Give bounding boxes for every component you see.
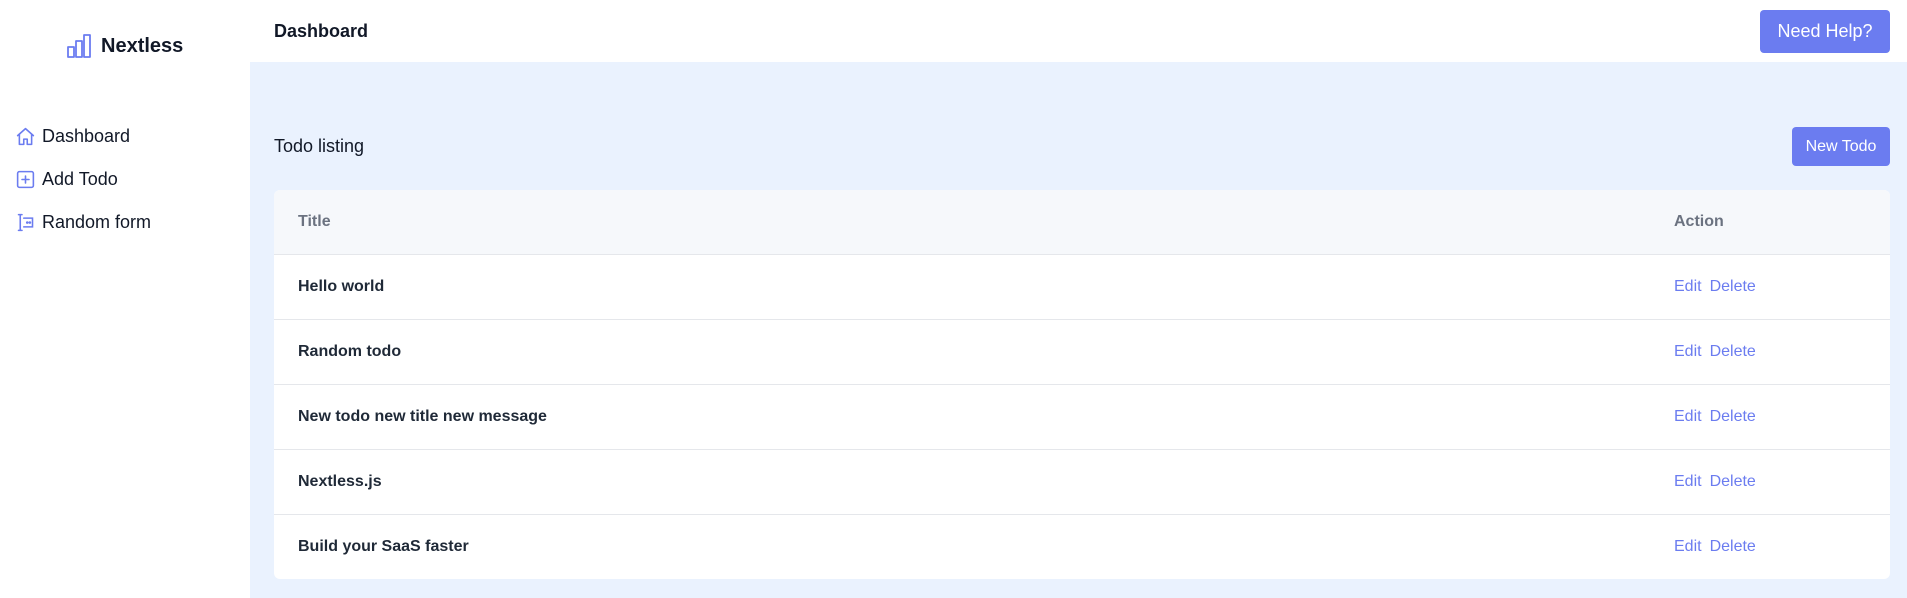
home-icon	[15, 126, 36, 147]
action-cell: Edit Delete	[1674, 254, 1890, 319]
sidebar-item-add-todo[interactable]: Add Todo	[15, 158, 151, 201]
sidebar-item-label: Add Todo	[42, 169, 118, 189]
edit-link[interactable]: Edit	[1674, 538, 1702, 555]
new-todo-button[interactable]: New Todo	[1792, 127, 1890, 166]
column-header-action: Action	[1674, 212, 1724, 230]
todo-title: Random todo	[298, 342, 402, 360]
edit-link[interactable]: Edit	[1674, 473, 1702, 490]
table-header-row: Title Action	[274, 190, 1890, 254]
table-row: Random todo Edit Delete	[274, 319, 1890, 384]
column-header-title: Title	[298, 212, 331, 230]
todo-title: New todo new title new message	[298, 407, 547, 425]
plus-square-icon	[15, 169, 36, 190]
sidebar-item-label: Dashboard	[42, 126, 131, 146]
sidebar-nav: Dashboard Add Todo Random form	[15, 115, 151, 244]
delete-link[interactable]: Delete	[1710, 343, 1756, 360]
edit-link[interactable]: Edit	[1674, 278, 1702, 295]
todo-table: Title Action Hello world Edit Delete Rand…	[274, 190, 1890, 579]
brand-name: Nextless	[101, 34, 184, 57]
todo-title: Hello world	[298, 277, 385, 295]
need-help-button[interactable]: Need Help?	[1760, 9, 1890, 53]
table-row: New todo new title new message Edit Delet…	[274, 384, 1890, 449]
sidebar-item-dashboard[interactable]: Dashboard	[15, 115, 151, 158]
edit-link[interactable]: Edit	[1674, 343, 1702, 360]
table-row: Build your SaaS faster Edit Delete	[274, 514, 1890, 579]
todo-section-header: Todo listing New Todo	[274, 127, 1890, 166]
app-root: Nextless Dashboard Add Todo Random form …	[0, 0, 1907, 598]
delete-link[interactable]: Delete	[1710, 538, 1756, 555]
delete-link[interactable]: Delete	[1710, 473, 1756, 490]
action-cell: Edit Delete	[1674, 514, 1890, 579]
action-cell: Edit Delete	[1674, 319, 1890, 384]
bar-chart-icon	[66, 33, 92, 59]
sidebar: Nextless Dashboard Add Todo Random form	[0, 0, 250, 598]
action-cell: Edit Delete	[1674, 384, 1890, 449]
section-title: Todo listing	[274, 136, 365, 156]
table-row: Nextless.js Edit Delete	[274, 449, 1890, 514]
delete-link[interactable]: Delete	[1710, 278, 1756, 295]
sidebar-item-random-form[interactable]: Random form	[15, 201, 151, 244]
todo-table-card: Title Action Hello world Edit Delete Rand…	[274, 190, 1890, 579]
main-content: Dashboard Need Help? Todo listing New To…	[250, 0, 1907, 598]
action-cell: Edit Delete	[1674, 449, 1890, 514]
page-title: Dashboard	[274, 20, 369, 41]
form-input-icon	[15, 212, 36, 233]
sidebar-item-label: Random form	[42, 212, 152, 232]
table-row: Hello world Edit Delete	[274, 254, 1890, 319]
edit-link[interactable]: Edit	[1674, 408, 1702, 425]
todo-title: Build your SaaS faster	[298, 537, 469, 555]
top-bar: Dashboard Need Help?	[250, 0, 1907, 62]
delete-link[interactable]: Delete	[1710, 408, 1756, 425]
todo-title: Nextless.js	[298, 472, 382, 490]
brand-logo[interactable]: Nextless	[66, 33, 183, 59]
